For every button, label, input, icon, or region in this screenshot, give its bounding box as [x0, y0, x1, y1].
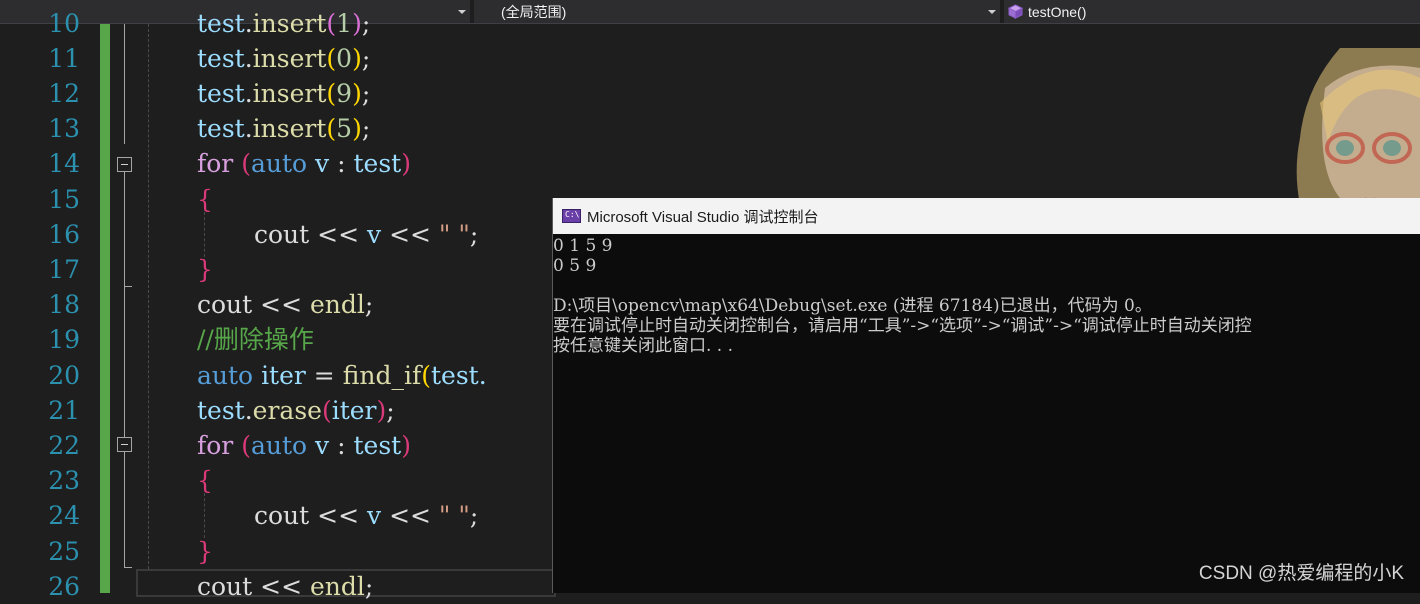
code-line-14: for (auto v : test): [197, 149, 411, 178]
collapse-icon[interactable]: [117, 157, 132, 172]
console-title-bar[interactable]: Microsoft Visual Studio 调试控制台: [553, 198, 1420, 234]
console-output-line: 要在调试停止时自动关闭控制台，请启用“工具”->“选项”->“调试”->“调试停…: [553, 316, 1252, 336]
line-number: 14: [48, 149, 80, 178]
line-number: 18: [48, 290, 80, 319]
member-dropdown[interactable]: testOne(): [1008, 0, 1420, 23]
indent-guide: [204, 493, 205, 538]
code-line-17: }: [197, 255, 213, 284]
code-line-25: }: [197, 537, 213, 566]
console-title: Microsoft Visual Studio 调试控制台: [587, 208, 819, 226]
line-number: 10: [48, 9, 80, 38]
console-output-line: D:\项目\opencv\map\x64\Debug\set.exe (进程 6…: [553, 296, 1152, 316]
line-number: 22: [48, 431, 80, 460]
code-line-24: cout << v << " ";: [254, 501, 479, 530]
code-line-10: test.insert(1);: [197, 9, 371, 38]
change-indicator-bar: [100, 24, 110, 593]
line-number: 21: [48, 396, 80, 425]
outline-line: [124, 286, 125, 437]
code-line-20: auto iter = find_if(test.: [197, 361, 487, 390]
collapse-icon[interactable]: [117, 437, 132, 452]
code-line-22: for (auto v : test): [197, 431, 411, 460]
line-number: 26: [48, 572, 80, 601]
console-output-line: 按任意键关闭此窗口. . .: [553, 336, 734, 356]
code-line-16: cout << v << " ";: [254, 220, 479, 249]
code-line-23: {: [197, 466, 213, 495]
scope-dropdown[interactable]: (全局范围): [474, 0, 1000, 23]
line-number: 16: [48, 220, 80, 249]
chevron-down-icon: [458, 10, 466, 14]
outline-line: [124, 24, 125, 144]
code-line-26: cout << endl;: [197, 572, 374, 601]
line-number: 23: [48, 466, 80, 495]
code-line-13: test.insert(5);: [197, 114, 371, 143]
outline-line: [124, 452, 125, 567]
code-line-15: {: [197, 185, 213, 214]
code-line-12: test.insert(9);: [197, 79, 371, 108]
code-line-18: cout << endl;: [197, 290, 374, 319]
console-output[interactable]: 0 1 5 9 0 5 9 D:\项目\opencv\map\x64\Debug…: [553, 234, 1420, 356]
line-number: 20: [48, 361, 80, 390]
member-label: testOne(): [1028, 3, 1087, 20]
line-number: 11: [48, 44, 80, 73]
debug-console-window[interactable]: Microsoft Visual Studio 调试控制台 0 1 5 9 0 …: [552, 198, 1420, 593]
console-app-icon: [562, 209, 581, 223]
line-number: 25: [48, 537, 80, 566]
outline-line: [124, 172, 125, 286]
method-cube-icon: [1008, 4, 1023, 19]
line-number: 13: [48, 114, 80, 143]
line-number: 19: [48, 325, 80, 354]
separator: [1000, 0, 1004, 23]
line-number: 12: [48, 79, 80, 108]
indent-guide: [204, 212, 205, 257]
console-output-line: 0 5 9: [553, 256, 597, 276]
outline-end-tick: [124, 567, 132, 568]
chevron-down-icon: [988, 10, 996, 14]
line-number: 15: [48, 185, 80, 214]
code-line-21: test.erase(iter);: [197, 396, 395, 425]
line-number: 17: [48, 255, 80, 284]
csdn-watermark: CSDN @热爱编程的小K: [1198, 563, 1404, 584]
console-output-line: 0 1 5 9: [553, 236, 613, 256]
code-line-11: test.insert(0);: [197, 44, 371, 73]
code-line-19: //删除操作: [197, 325, 314, 354]
line-number: 24: [48, 501, 80, 530]
outline-end-tick: [124, 286, 132, 287]
scope-label: (全局范围): [501, 3, 567, 20]
indent-guide: [148, 24, 149, 569]
